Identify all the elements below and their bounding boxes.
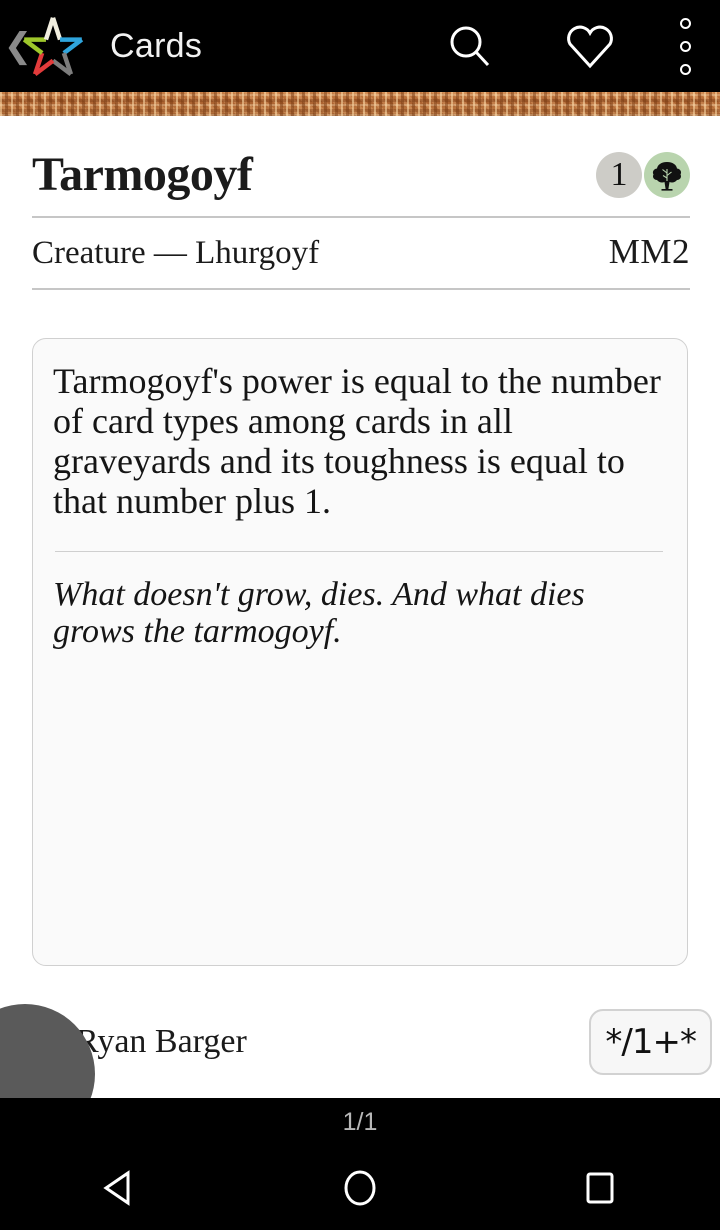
flavor-divider — [55, 551, 663, 552]
card-artist: Ryan Barger — [76, 1023, 247, 1060]
more-vertical-icon[interactable] — [650, 0, 720, 92]
card-rules-text: Tarmogoyf's power is equal to the number… — [53, 361, 661, 521]
app-bar-title: Cards — [110, 26, 203, 65]
generic-mana-icon: 1 — [596, 152, 642, 198]
card-name: Tarmogoyf — [32, 148, 253, 201]
overflow-dot — [679, 63, 691, 75]
heart-icon[interactable] — [544, 0, 636, 92]
card-text-box: Tarmogoyf's power is equal to the number… — [32, 338, 688, 966]
power-toughness-value: */1+* — [605, 1022, 697, 1062]
set-texture-strip — [0, 92, 720, 116]
card-type-row: Creature — Lhurgoyf MM2 — [0, 218, 720, 272]
card-set-code: MM2 — [608, 232, 690, 271]
card-body: Tarmogoyf 1 Creature — Lhurgoyf MM2 Tarm… — [0, 116, 720, 1144]
power-toughness-badge: */1+* — [589, 1009, 712, 1075]
system-navigation-bar — [0, 1146, 720, 1230]
overflow-dot — [679, 17, 691, 29]
card-type-line: Creature — Lhurgoyf — [32, 235, 320, 271]
app-bar: ❮ Cards — [0, 0, 720, 92]
search-icon[interactable] — [424, 0, 516, 92]
page-indicator-bar: 1/1 — [0, 1098, 720, 1146]
android-home-icon[interactable] — [270, 1146, 450, 1230]
card-detail-screen: ❮ Cards Tarmogoyf 1 Creature — Lhurgoyf … — [0, 0, 720, 1230]
mtg-star-logo[interactable] — [18, 11, 88, 81]
green-tree-mana-icon — [644, 152, 690, 198]
card-title-row: Tarmogoyf 1 — [0, 116, 720, 208]
android-recents-icon[interactable] — [510, 1146, 690, 1230]
overflow-dot — [679, 40, 691, 52]
android-back-icon[interactable] — [30, 1146, 210, 1230]
page-indicator: 1/1 — [342, 1107, 378, 1136]
type-divider — [32, 288, 690, 290]
card-flavor-text: What doesn't grow, dies. And what dies g… — [53, 576, 585, 650]
app-bar-actions — [424, 0, 720, 92]
card-footer-row: Ryan Barger */1+* — [0, 986, 720, 1144]
mana-cost: 1 — [596, 152, 690, 198]
